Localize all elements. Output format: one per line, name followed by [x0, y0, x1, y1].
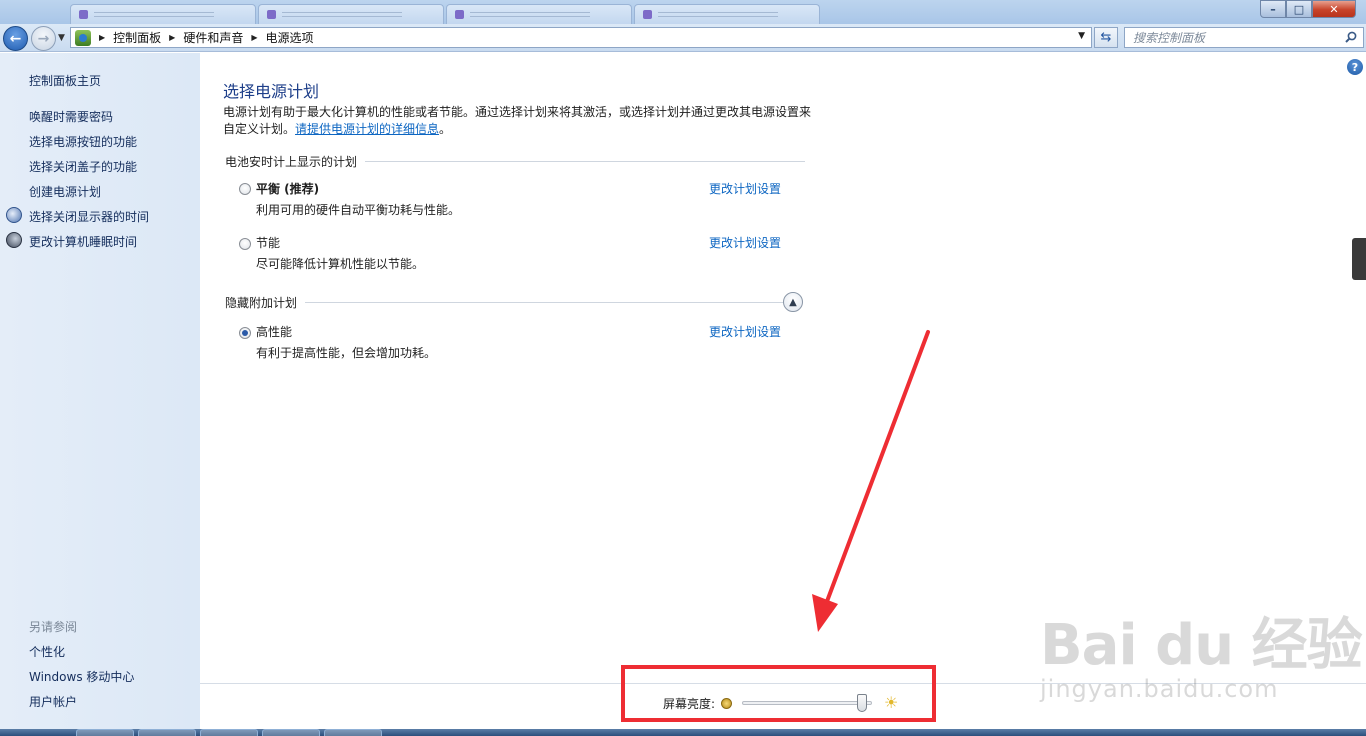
see-also-heading: 另请参阅 — [29, 620, 78, 634]
forward-icon: → — [37, 30, 50, 47]
sidebar-item-wake-password[interactable]: 唤醒时需要密码 — [29, 108, 113, 125]
tab-3[interactable] — [446, 4, 632, 24]
chevron-right-icon[interactable]: ▶ — [251, 33, 257, 42]
group-title: 电池安时计上显示的计划 — [225, 155, 358, 169]
moon-icon — [6, 232, 22, 248]
minimize-button[interactable]: – — [1260, 0, 1286, 18]
see-also-mobility-center[interactable]: Windows 移动中心 — [29, 668, 134, 685]
sidebar-item-display-off[interactable]: 选择关闭显示器的时间 — [29, 208, 149, 225]
refresh-icon: ⇆ — [1100, 30, 1112, 45]
plan-name-high-performance[interactable]: 高性能 — [256, 323, 292, 340]
monitor-clock-icon — [6, 207, 22, 223]
taskbar-item[interactable] — [324, 729, 382, 736]
refresh-button[interactable]: ⇆ — [1094, 27, 1118, 48]
window-controls: – □ ✕ — [1260, 0, 1356, 18]
hidden-plans-group: 隐藏附加计划 — [225, 294, 786, 311]
plan-desc-balanced: 利用可用的硬件自动平衡功耗与性能。 — [256, 203, 461, 217]
tab-1[interactable] — [70, 4, 256, 24]
collapse-button[interactable]: ▲ — [783, 292, 803, 312]
tab-2[interactable] — [258, 4, 444, 24]
taskbar-item[interactable] — [76, 729, 134, 736]
taskbar-item[interactable] — [138, 729, 196, 736]
page-icon — [455, 10, 464, 19]
breadcrumb-control-panel[interactable]: 控制面板 — [113, 29, 161, 46]
forward-button[interactable]: → — [31, 26, 56, 51]
change-plan-settings-link[interactable]: 更改计划设置 — [709, 323, 781, 340]
side-scroll-handle[interactable] — [1352, 238, 1366, 280]
tab-4[interactable] — [634, 4, 820, 24]
back-button[interactable]: ← — [3, 26, 28, 51]
change-plan-settings-link[interactable]: 更改计划设置 — [709, 234, 781, 251]
plan-desc-high-performance: 有利于提高性能，但会增加功耗。 — [256, 346, 437, 360]
search-box[interactable] — [1124, 27, 1364, 48]
watermark-brand: Bai du 经验 — [1040, 613, 1363, 678]
page-icon — [79, 10, 88, 19]
search-input[interactable] — [1133, 30, 1333, 45]
divider — [305, 302, 786, 303]
tab-label — [282, 12, 402, 17]
sidebar-item-power-button[interactable]: 选择电源按钮的功能 — [29, 133, 137, 150]
breadcrumb-power-options[interactable]: 电源选项 — [266, 29, 314, 46]
page-title: 选择电源计划 — [223, 82, 320, 101]
window-tabs — [70, 4, 822, 24]
address-toolbar: ← → ▼ ▶ 控制面板 ▶ 硬件和声音 ▶ 电源选项 ▼ ⇆ — [0, 24, 1366, 52]
taskbar-item[interactable] — [200, 729, 258, 736]
address-dropdown-icon[interactable]: ▼ — [1078, 31, 1085, 41]
tab-label — [470, 12, 590, 17]
control-panel-home-link[interactable]: 控制面板主页 — [29, 72, 101, 89]
address-bar[interactable]: ▶ 控制面板 ▶ 硬件和声音 ▶ 电源选项 ▼ — [70, 27, 1092, 48]
page-icon — [267, 10, 276, 19]
left-nav-pane: 控制面板主页 唤醒时需要密码 选择电源按钮的功能 选择关闭盖子的功能 创建电源计… — [0, 53, 200, 729]
help-icon[interactable]: ? — [1347, 59, 1363, 75]
plan-name-power-saver[interactable]: 节能 — [256, 234, 280, 251]
plan-radio-power-saver[interactable] — [239, 238, 251, 250]
page-icon — [643, 10, 652, 19]
plan-radio-balanced[interactable] — [239, 183, 251, 195]
see-also-user-accounts[interactable]: 用户帐户 — [29, 693, 77, 710]
battery-plans-group: 电池安时计上显示的计划 — [225, 153, 806, 170]
group-title: 隐藏附加计划 — [225, 296, 298, 310]
sidebar-item-sleep-time[interactable]: 更改计算机睡眠时间 — [29, 233, 137, 250]
plan-details-link[interactable]: 请提供电源计划的详细信息 — [295, 122, 439, 136]
sidebar-item-lid-close[interactable]: 选择关闭盖子的功能 — [29, 158, 137, 175]
plan-radio-high-performance[interactable] — [239, 327, 251, 339]
recent-pages-dropdown[interactable]: ▼ — [58, 33, 65, 43]
see-also-personalization[interactable]: 个性化 — [29, 643, 65, 660]
page-description: 电源计划有助于最大化计算机的性能或者节能。通过选择计划来将其激活，或选择计划并通… — [223, 104, 813, 138]
watermark: Bai du 经验 jingyan.baidu.com — [1040, 600, 1363, 703]
change-plan-settings-link[interactable]: 更改计划设置 — [709, 180, 781, 197]
breadcrumb-hardware-sound[interactable]: 硬件和声音 — [183, 29, 243, 46]
chevron-right-icon[interactable]: ▶ — [169, 33, 175, 42]
maximize-button[interactable]: □ — [1286, 0, 1312, 18]
description-end: 。 — [439, 122, 452, 136]
back-icon: ← — [9, 30, 22, 47]
chevron-up-icon: ▲ — [789, 296, 797, 308]
plan-desc-power-saver: 尽可能降低计算机性能以节能。 — [256, 257, 425, 271]
tab-label — [94, 12, 214, 17]
title-bar: – □ ✕ — [0, 0, 1366, 24]
highlight-box — [621, 665, 936, 722]
sidebar-item-create-plan[interactable]: 创建电源计划 — [29, 183, 101, 200]
chevron-right-icon[interactable]: ▶ — [99, 33, 105, 42]
search-icon[interactable] — [1345, 31, 1357, 43]
divider — [365, 161, 806, 162]
control-panel-icon — [75, 29, 91, 46]
close-button[interactable]: ✕ — [1312, 0, 1356, 18]
plan-name-balanced[interactable]: 平衡 (推荐) — [256, 180, 319, 197]
taskbar-item[interactable] — [262, 729, 320, 736]
tab-label — [658, 12, 778, 17]
